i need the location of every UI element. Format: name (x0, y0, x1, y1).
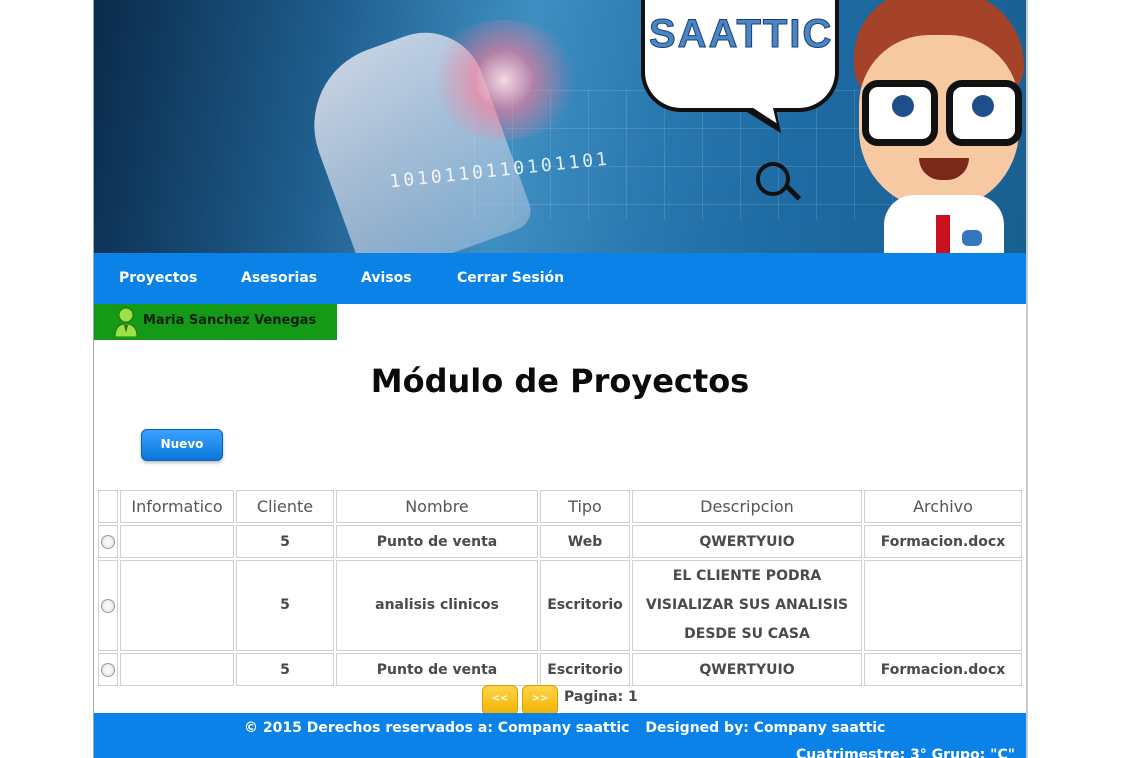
footer-designed-by: Designed by: Company saattic (645, 720, 886, 736)
cell-cliente: 5 (236, 525, 334, 558)
header-archivo: Archivo (864, 490, 1022, 523)
row-select-cell[interactable] (98, 560, 118, 651)
cell-descripcion: EL CLIENTE PODRA VISIALIZAR SUS ANALISIS… (632, 560, 862, 651)
cell-archivo[interactable]: Formacion.docx (864, 653, 1022, 686)
table-row[interactable]: 5 Punto de venta Escritorio QWERTYUIO Fo… (98, 653, 1022, 686)
projects-table: Informatico Cliente Nombre Tipo Descripc… (96, 488, 1024, 688)
cell-archivo[interactable]: Formacion.docx (864, 525, 1022, 558)
cell-nombre: analisis clinicos (336, 560, 538, 651)
footer: © 2015 Derechos reservados a: Company sa… (94, 713, 1026, 758)
cell-tipo: Escritorio (540, 653, 630, 686)
nav-item-cerrar-sesion[interactable]: Cerrar Sesión (457, 270, 564, 286)
table-row[interactable]: 5 analisis clinicos Escritorio EL CLIENT… (98, 560, 1022, 651)
cell-nombre: Punto de venta (336, 525, 538, 558)
cell-nombre: Punto de venta (336, 653, 538, 686)
main-navbar: Proyectos Asesorias Avisos Cerrar Sesión (94, 253, 1026, 304)
cell-descripcion: QWERTYUIO (632, 525, 862, 558)
cell-informatico (120, 525, 234, 558)
row-select-cell[interactable] (98, 653, 118, 686)
mascot-eye-right (972, 95, 994, 117)
table-row[interactable]: 5 Punto de venta Web QWERTYUIO Formacion… (98, 525, 1022, 558)
mascot-tie (936, 215, 950, 253)
header-nombre: Nombre (336, 490, 538, 523)
page-title: Módulo de Proyectos (370, 362, 750, 400)
table-header-row: Informatico Cliente Nombre Tipo Descripc… (98, 490, 1022, 523)
header-descripcion: Descripcion (632, 490, 862, 523)
brand-logo-text: SAATTIC (649, 12, 834, 57)
mascot-eye-left (892, 95, 914, 117)
prev-page-button[interactable]: << (482, 685, 518, 715)
banner-glow-graphic (424, 20, 584, 140)
footer-credits: © 2015 Derechos reservados a: Company sa… (244, 720, 885, 736)
user-icon (114, 307, 138, 337)
row-radio[interactable] (101, 534, 115, 549)
header-informatico: Informatico (120, 490, 234, 523)
footer-group-info: Cuatrimestre: 3° Grupo: "C" (796, 747, 1016, 758)
cell-informatico (120, 653, 234, 686)
cell-tipo: Web (540, 525, 630, 558)
mascot-badge-icon (962, 230, 982, 246)
header-cliente: Cliente (236, 490, 334, 523)
next-page-button[interactable]: >> (522, 685, 558, 715)
cell-informatico (120, 560, 234, 651)
magnifier-icon (756, 162, 790, 196)
user-name: Maria Sanchez Venegas (143, 313, 317, 328)
row-radio[interactable] (101, 598, 115, 613)
header-select (98, 490, 118, 523)
page-indicator: Pagina: 1 (564, 689, 638, 705)
page-container: 1010110110101101 SAATTIC Proyectos Aseso… (93, 0, 1028, 758)
user-badge: Maria Sanchez Venegas (94, 304, 337, 340)
header-banner: 1010110110101101 SAATTIC (94, 0, 1026, 253)
row-radio[interactable] (101, 662, 115, 677)
cell-archivo[interactable] (864, 560, 1022, 651)
row-select-cell[interactable] (98, 525, 118, 558)
header-tipo: Tipo (540, 490, 630, 523)
cell-descripcion: QWERTYUIO (632, 653, 862, 686)
cell-tipo: Escritorio (540, 560, 630, 651)
nav-item-avisos[interactable]: Avisos (361, 270, 412, 286)
new-project-button[interactable]: Nuevo (141, 429, 223, 461)
nav-item-proyectos[interactable]: Proyectos (119, 270, 197, 286)
cell-cliente: 5 (236, 653, 334, 686)
cell-cliente: 5 (236, 560, 334, 651)
nav-item-asesorias[interactable]: Asesorias (241, 270, 317, 286)
footer-rights: © 2015 Derechos reservados a: Company sa… (244, 720, 630, 736)
